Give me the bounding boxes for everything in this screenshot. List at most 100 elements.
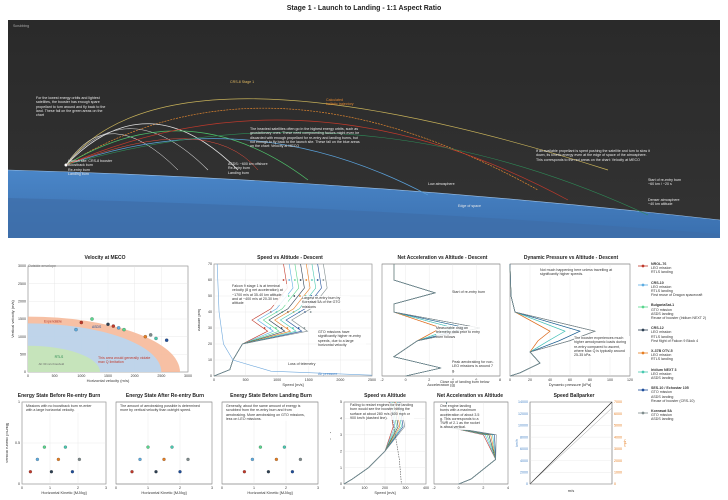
mph-tick-label: 6000	[614, 412, 622, 416]
meco-point	[79, 320, 84, 325]
label-asds: ASDS: ~600 km offshore Re-entry burn Lan…	[228, 162, 268, 175]
y-tick-label: 3000	[18, 264, 26, 268]
speed-alt-chart: 0 500 1000 1500 2000 2500 0 10 20 30 40 50 60 70 Speed…	[198, 262, 376, 387]
label-calculated: Calculated ballistic trajectory	[326, 98, 354, 107]
x-axis-label: m/s	[568, 488, 574, 493]
x-tick-label: 0	[458, 486, 460, 490]
legend-swatch-svg	[638, 283, 648, 286]
legend-swatch-svg	[638, 264, 648, 268]
y-tick-label: 1000	[18, 335, 26, 339]
x-axis-label: Horizontal velocity (m/s)	[87, 378, 130, 383]
speed-alt-note2: Largest re-entry burn by Koreasat 5A of …	[302, 296, 350, 309]
speed-profile-marker	[311, 279, 313, 281]
corner-label: Scrubbing	[13, 24, 30, 28]
x-axis-label: Horizontal Kinetic [MJ/kg]	[41, 490, 86, 495]
meco-point	[106, 322, 110, 327]
mph-tick-label: 1000	[614, 470, 622, 474]
accel-alt-title: Net Acceleration vs Altitude - Descent	[397, 255, 488, 261]
x-tick-label: 3	[105, 486, 107, 490]
region-label-expendable: Expendable	[44, 320, 62, 324]
km-h-tick-label: 0	[526, 482, 528, 486]
x-tick-label: -2	[380, 378, 383, 382]
legend-swatch-marker	[641, 370, 645, 373]
energy-point	[250, 457, 255, 462]
meco-point	[74, 327, 78, 332]
legend-swatch-svg	[638, 351, 648, 355]
mph-tick-label: 5000	[614, 424, 622, 428]
legend: NROL-76 LEO mission RTLS landing CRS-10 LEO …	[636, 262, 726, 498]
meco-point	[122, 327, 126, 332]
x-axis-label: Horizontal Kinetic [MJ/kg]	[247, 490, 292, 495]
km-h-tick-label: 4000	[520, 459, 528, 463]
speed-alt-note4: Loss of telemetry	[288, 362, 316, 367]
speed-profile-marker	[305, 279, 308, 281]
y-tick-label: 0	[24, 370, 26, 374]
legend-text: Koreasat 5A GTO mission ASDS landing	[651, 409, 673, 422]
landing-speed-note: Failing to restart engines for the landi…	[350, 403, 414, 421]
x-tick-label: 120	[627, 378, 633, 382]
y-tick-label: 2	[340, 449, 342, 453]
y-tick-label: 2500	[18, 282, 26, 286]
x-tick-label: 8	[499, 378, 501, 382]
plot-area	[115, 401, 213, 485]
energy-point	[70, 470, 75, 474]
x-tick-label: 1000	[77, 374, 85, 378]
meco-point	[90, 317, 94, 321]
legend-swatch	[638, 264, 648, 268]
energy-point	[282, 445, 287, 449]
speed-profile-marker	[322, 279, 325, 281]
landing-speed-title: Speed vs Altitude	[364, 393, 406, 399]
legend-swatch	[638, 305, 648, 309]
x-tick-label: 2000	[131, 374, 139, 378]
ballpark-chart: 0 2000 4000 6000 8000 10000 12000 14000 0 1000 200…	[515, 400, 627, 493]
region-label-asds: ASDS	[92, 325, 102, 329]
legend-text: CRS-12 LEO mission RTLS landing First fligh…	[651, 326, 698, 343]
energy-panel-note: Generally, about the same amount of ener…	[226, 404, 310, 422]
legend-swatch-marker	[641, 411, 645, 415]
legend-swatch	[638, 411, 648, 415]
speed-profile-marker	[280, 327, 283, 329]
region-label-rtls: RTLS	[55, 355, 64, 359]
trajectory-svg	[7, 20, 721, 238]
legend-swatch-svg	[638, 370, 648, 373]
accel-note3: Peak aerobraking for non-LEO missions is…	[452, 360, 496, 373]
label-edge-space: Edge of space	[458, 204, 481, 208]
meco-outside-label: Outside envelope	[28, 264, 56, 268]
mph-axis-label: mph	[623, 440, 627, 447]
energy-point	[186, 457, 190, 462]
y-tick-label: 4	[340, 417, 342, 421]
legend-swatch	[638, 283, 648, 287]
x-tick-label: 400	[423, 486, 429, 490]
energy-point	[154, 470, 158, 474]
x-tick-label: 0	[21, 486, 23, 490]
x-tick-label: -2	[432, 486, 435, 490]
legend-swatch-marker	[641, 283, 645, 286]
trajectory-note-middle: The heaviest satellites often go in the …	[250, 127, 360, 149]
legend-swatch-svg	[638, 388, 648, 392]
speed-profile-marker	[316, 279, 319, 281]
x-tick-label: 3	[317, 486, 319, 490]
legend-mission-detail: First reuse of Dragon spacecraft	[651, 293, 703, 298]
km-h-tick-label: 14000	[518, 400, 528, 404]
air-pressure-label: Air pressure	[318, 372, 338, 376]
energy-point	[77, 457, 82, 462]
energy-point	[290, 470, 295, 474]
x-tick-label: 2000	[336, 378, 344, 382]
legend-swatch	[638, 351, 648, 355]
y-tick-label: 0	[18, 482, 20, 486]
speed-profile-marker	[299, 295, 301, 297]
speed-profile-marker	[309, 311, 312, 313]
energy-point	[63, 445, 68, 449]
x-tick-label: 0	[405, 378, 407, 382]
accel-note2: Measurable drag on telemetry data prior …	[436, 326, 480, 339]
meco-point	[148, 333, 153, 337]
energy-point	[266, 470, 271, 474]
legend-text: SES-10 / Echostar 105 GTO mission ASDS lan…	[651, 386, 695, 403]
speed-profile-marker	[293, 279, 296, 281]
energy-point	[242, 470, 246, 474]
pressure-alt-chart: 0 20 40 60 80 100 120Dynamic pressure [kPa]	[509, 263, 633, 387]
km-h-tick-label: 2000	[520, 470, 528, 474]
x-tick-label: 100	[607, 378, 613, 382]
y-tick-label: 0	[210, 374, 212, 378]
x-tick-label: 2	[482, 486, 484, 490]
